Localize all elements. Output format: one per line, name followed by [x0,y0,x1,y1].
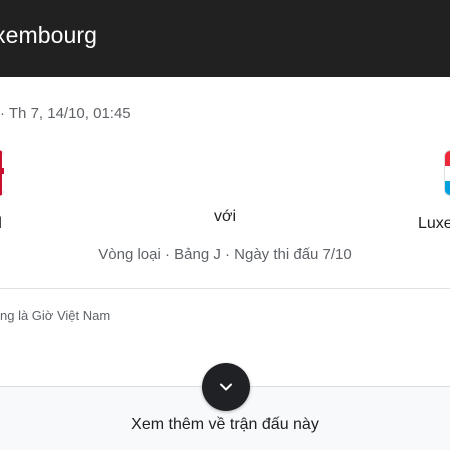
home-team-flag-icon [0,150,4,196]
divider [0,288,450,289]
match-datetime: · Th 7, 14/10, 01:45 [0,105,131,122]
versus-label: với [213,208,237,225]
header-bar: xembourg [0,0,450,77]
chevron-down-icon [220,383,232,391]
expand-button[interactable] [202,363,250,411]
timezone-note: ng là Giờ Việt Nam [0,308,111,323]
away-team-flag-icon [444,150,450,196]
away-team-name[interactable]: Luxe [418,215,450,233]
match-stage: Vòng loại · Bảng J · Ngày thi đấu 7/10 [98,246,352,263]
page-title: xembourg [0,22,98,48]
see-more-link[interactable]: Xem thêm về trận đấu này [0,416,450,434]
